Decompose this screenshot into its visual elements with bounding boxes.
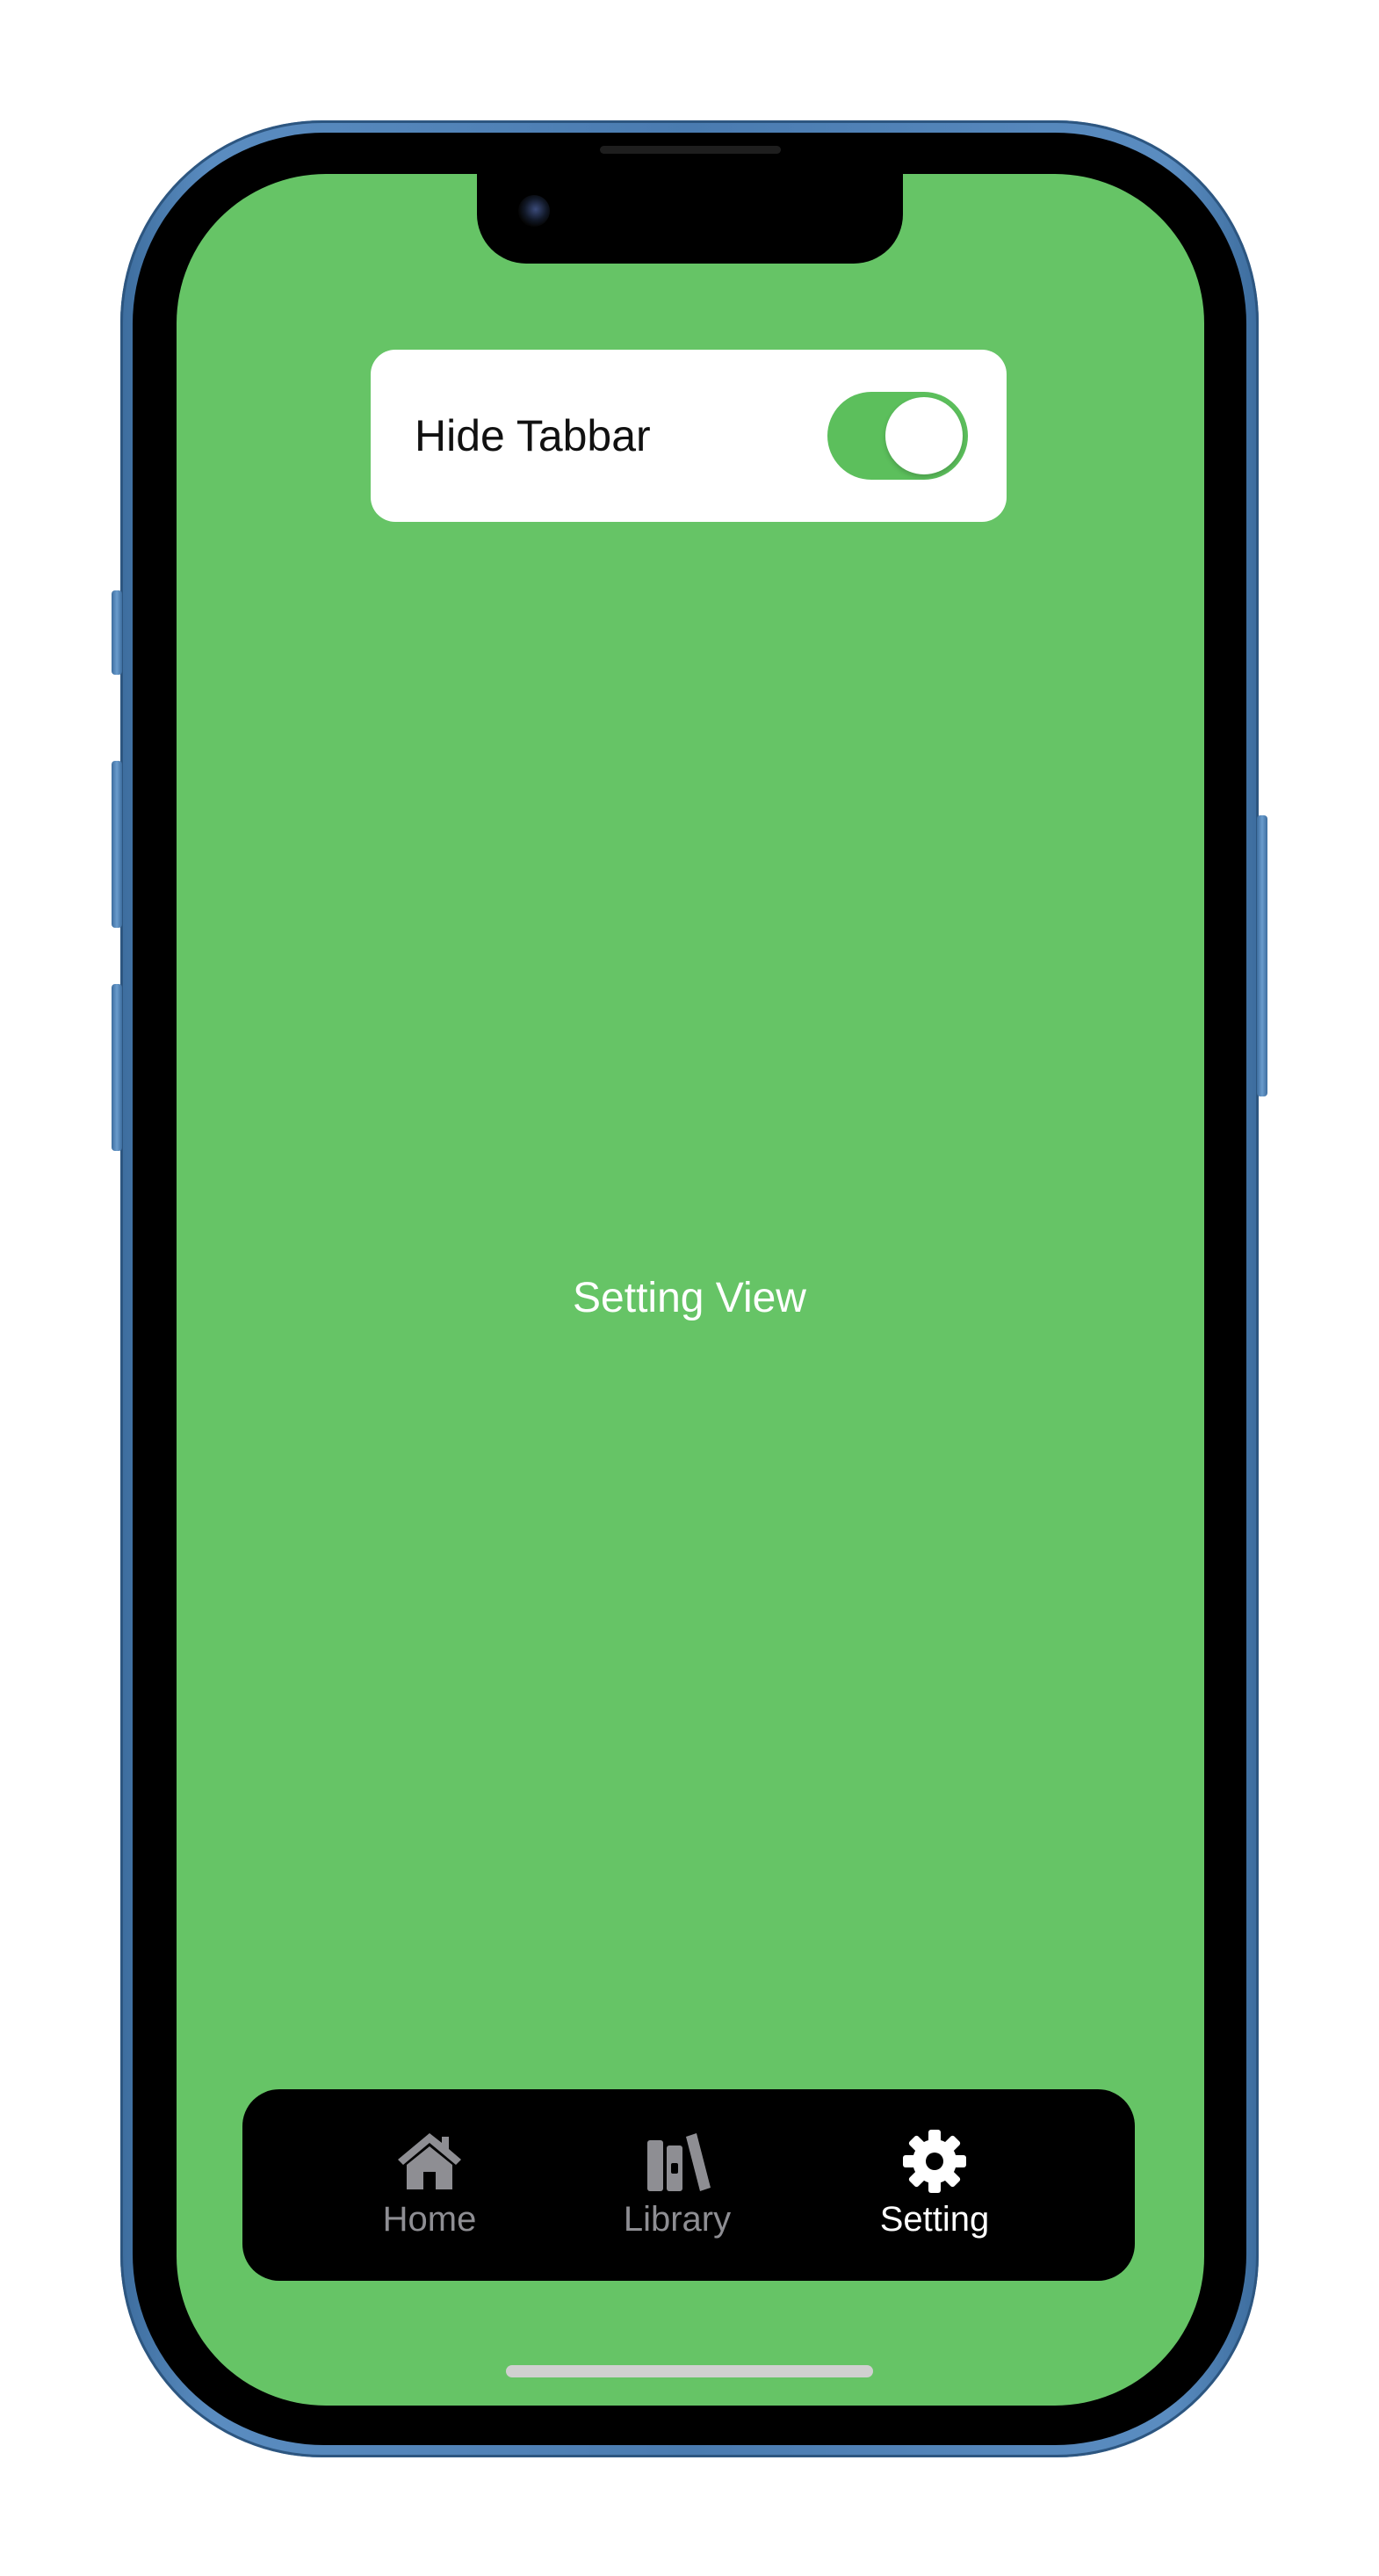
home-indicator[interactable] [506, 2365, 873, 2377]
toggle-knob [885, 397, 963, 474]
gear-icon [903, 2130, 966, 2193]
front-camera [518, 195, 550, 227]
books-icon [647, 2133, 711, 2191]
house-icon [398, 2133, 461, 2189]
tab-setting[interactable]: Setting [829, 2089, 1040, 2281]
setting-view-title: Setting View [573, 1275, 806, 1321]
tab-bar: Home Library Setting [242, 2089, 1135, 2281]
tab-home-label: Home [382, 2200, 477, 2239]
volume-down-button [112, 984, 122, 1151]
tab-home[interactable]: Home [324, 2089, 535, 2281]
tab-library-label: Library [623, 2200, 732, 2239]
hide-tabbar-label: Hide Tabbar [415, 411, 651, 460]
silent-switch [112, 590, 122, 675]
hide-tabbar-toggle[interactable] [827, 392, 968, 480]
tab-setting-label: Setting [879, 2200, 990, 2239]
tab-library[interactable]: Library [572, 2089, 783, 2281]
hide-tabbar-setting-card: Hide Tabbar [371, 350, 1007, 522]
power-button [1257, 815, 1267, 1096]
volume-up-button [112, 761, 122, 928]
earpiece-speaker [600, 146, 781, 154]
device-mockup: Hide Tabbar Setting View Home Library Se… [0, 0, 1379, 2576]
